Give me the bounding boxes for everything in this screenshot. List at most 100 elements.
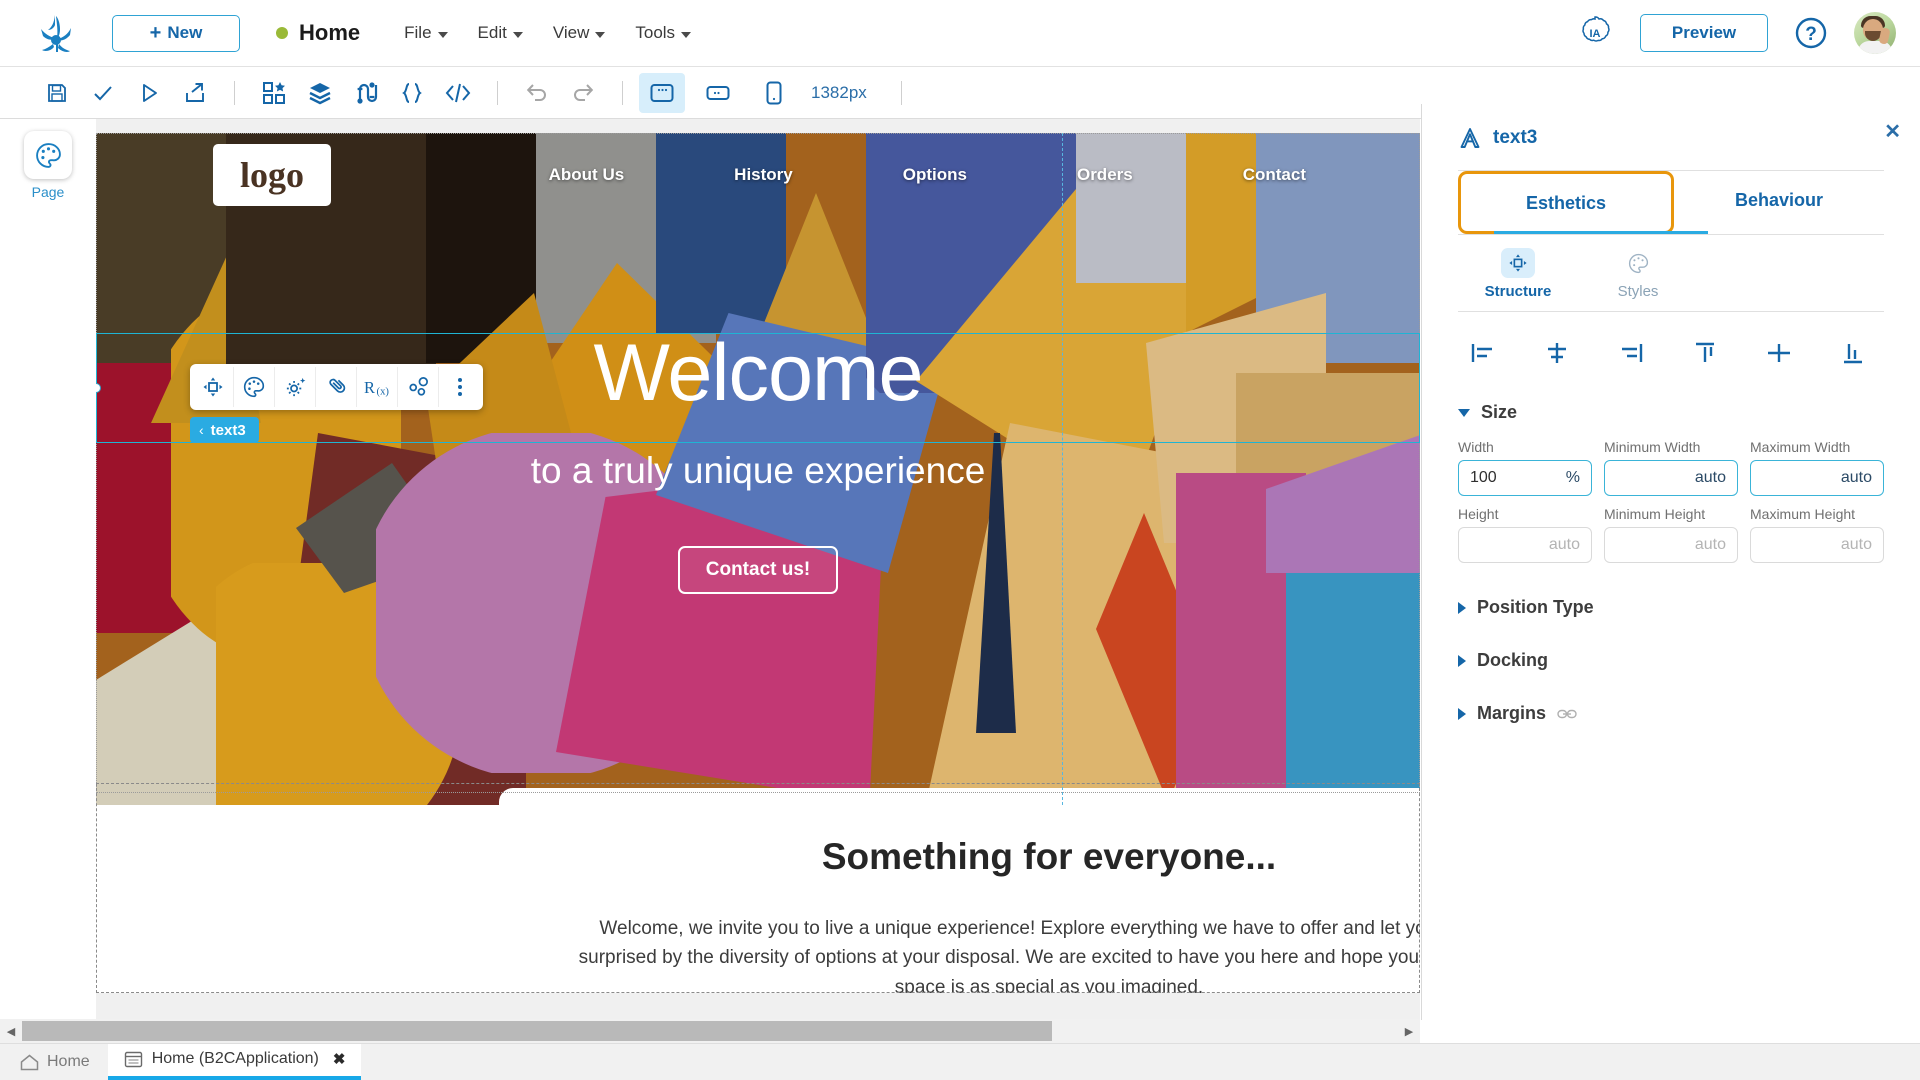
binding-icon[interactable] xyxy=(398,367,439,407)
nav-link-about-us[interactable]: About Us xyxy=(549,165,625,185)
chevron-right-icon xyxy=(1458,654,1466,667)
field-height: Height auto xyxy=(1458,506,1592,563)
nav-link-history[interactable]: History xyxy=(734,165,793,185)
properties-panel: ✕ text3 Esthetics Behaviour Structure St… xyxy=(1421,104,1920,1020)
nav-link-contact[interactable]: Contact xyxy=(1243,165,1306,185)
nav-link-orders[interactable]: Orders xyxy=(1077,165,1133,185)
more-vertical-icon[interactable] xyxy=(439,367,480,407)
preview-button-label: Preview xyxy=(1671,23,1737,42)
ia-badge-icon[interactable]: IA xyxy=(1576,14,1614,52)
height-input[interactable]: auto xyxy=(1458,527,1592,563)
align-center-horizontal-icon[interactable] xyxy=(1532,334,1582,372)
align-center-vertical-icon[interactable] xyxy=(1754,334,1804,372)
app-logo-icon[interactable] xyxy=(26,13,88,53)
close-icon[interactable]: ✕ xyxy=(1884,119,1901,144)
left-rail: Page xyxy=(0,119,96,1019)
link-icon[interactable] xyxy=(316,367,357,407)
scrollbar-thumb[interactable] xyxy=(22,1021,1052,1041)
zoom-value[interactable]: 1382px xyxy=(811,83,867,103)
hero-subtitle[interactable]: to a truly unique experience xyxy=(96,450,1420,492)
section-size[interactable]: Size xyxy=(1458,402,1884,423)
avatar[interactable] xyxy=(1854,12,1896,54)
design-canvas[interactable]: logo About Us History Options Orders Con… xyxy=(96,119,1420,1019)
bottom-tab-home[interactable]: Home xyxy=(0,1053,108,1080)
minimum-height-input[interactable]: auto xyxy=(1604,527,1738,563)
rail-item-page[interactable]: Page xyxy=(0,131,96,200)
align-left-icon[interactable] xyxy=(1458,334,1508,372)
home-icon xyxy=(20,1054,39,1071)
mobile-viewport-icon[interactable] xyxy=(751,73,797,113)
site-logo[interactable]: logo xyxy=(213,144,331,206)
website-preview: logo About Us History Options Orders Con… xyxy=(96,133,1420,993)
minimum-width-input[interactable]: auto xyxy=(1604,460,1738,496)
status-dot xyxy=(276,27,288,39)
section-position-type[interactable]: Position Type xyxy=(1458,597,1884,618)
undo-icon[interactable] xyxy=(514,73,560,113)
palette-icon[interactable] xyxy=(234,367,275,407)
maximum-width-input[interactable]: auto xyxy=(1750,460,1884,496)
page-status: Home xyxy=(276,20,360,46)
link-chain-icon[interactable] xyxy=(1557,708,1577,720)
play-icon[interactable] xyxy=(126,73,172,113)
flow-icon[interactable] xyxy=(343,73,389,113)
bottom-tab-bar: Home Home (B2CApplication) ✖ xyxy=(0,1043,1920,1080)
align-bottom-icon[interactable] xyxy=(1828,334,1878,372)
tab-behaviour-label: Behaviour xyxy=(1734,190,1824,210)
section-title[interactable]: Something for everyone... xyxy=(499,836,1420,878)
close-icon[interactable]: ✖ xyxy=(333,1050,346,1068)
section-paragraph[interactable]: Welcome, we invite you to live a unique … xyxy=(569,914,1420,993)
tablet-viewport-icon[interactable] xyxy=(695,73,741,113)
code-icon[interactable] xyxy=(435,73,481,113)
maximum-width-input-value: auto xyxy=(1840,469,1872,486)
nav-link-options[interactable]: Options xyxy=(903,165,967,185)
check-icon[interactable] xyxy=(80,73,126,113)
structure-icon[interactable] xyxy=(193,367,234,407)
scroll-right-button[interactable]: ▶ xyxy=(1398,1025,1420,1038)
chevron-right-icon xyxy=(1458,707,1466,720)
expression-icon[interactable]: R (x) xyxy=(357,367,398,407)
question-circle-icon[interactable]: ? xyxy=(1794,16,1828,50)
braces-icon[interactable] xyxy=(389,73,435,113)
components-icon[interactable] xyxy=(251,73,297,113)
width-input[interactable]: 100 % xyxy=(1458,460,1592,496)
redo-icon[interactable] xyxy=(560,73,606,113)
chevron-down-icon xyxy=(681,31,692,38)
menu-tools[interactable]: Tools xyxy=(635,23,692,43)
desktop-viewport-icon[interactable] xyxy=(639,72,685,113)
scroll-left-button[interactable]: ◀ xyxy=(0,1025,22,1038)
new-button[interactable]: + New xyxy=(112,14,240,52)
scrollbar-track[interactable] xyxy=(22,1019,1398,1043)
canvas-horizontal-scrollbar[interactable]: ◀ ▶ xyxy=(0,1019,1420,1043)
document-icon xyxy=(124,1051,143,1068)
subtab-structure[interactable]: Structure xyxy=(1458,235,1578,311)
layers-icon[interactable] xyxy=(297,73,343,113)
menu-view[interactable]: View xyxy=(553,23,606,43)
preview-button[interactable]: Preview xyxy=(1640,14,1768,52)
menu-edit[interactable]: Edit xyxy=(478,23,523,43)
section-margins[interactable]: Margins xyxy=(1458,703,1884,724)
settings-sparkle-icon[interactable] xyxy=(275,367,316,407)
maximum-height-input-placeholder: auto xyxy=(1840,536,1872,553)
alignment-toolbar xyxy=(1458,334,1884,372)
subtab-styles[interactable]: Styles xyxy=(1578,235,1698,311)
align-top-icon[interactable] xyxy=(1680,334,1730,372)
chevron-down-icon xyxy=(1458,408,1470,417)
section-docking[interactable]: Docking xyxy=(1458,650,1884,671)
content-section: Something for everyone... Welcome, we in… xyxy=(499,788,1420,993)
save-icon[interactable] xyxy=(34,73,80,113)
chevron-left-icon: ‹ xyxy=(199,422,204,438)
hero-cta-button[interactable]: Contact us! xyxy=(677,546,839,594)
selected-element-tag[interactable]: ‹ text3 xyxy=(190,417,259,443)
maximum-height-input[interactable]: auto xyxy=(1750,527,1884,563)
header-actions: IA Preview ? xyxy=(1576,12,1896,54)
publish-icon[interactable] xyxy=(172,73,218,113)
tab-esthetics[interactable]: Esthetics xyxy=(1458,171,1674,234)
bottom-tab-open-document[interactable]: Home (B2CApplication) ✖ xyxy=(107,1044,362,1080)
chevron-right-icon xyxy=(1458,601,1466,614)
section-docking-label: Docking xyxy=(1477,650,1549,670)
hero-section: logo About Us History Options Orders Con… xyxy=(96,133,1420,805)
menu-file[interactable]: File xyxy=(404,23,448,43)
width-input-value: 100 xyxy=(1470,469,1497,486)
align-right-icon[interactable] xyxy=(1606,334,1656,372)
tab-behaviour[interactable]: Behaviour xyxy=(1674,171,1884,234)
